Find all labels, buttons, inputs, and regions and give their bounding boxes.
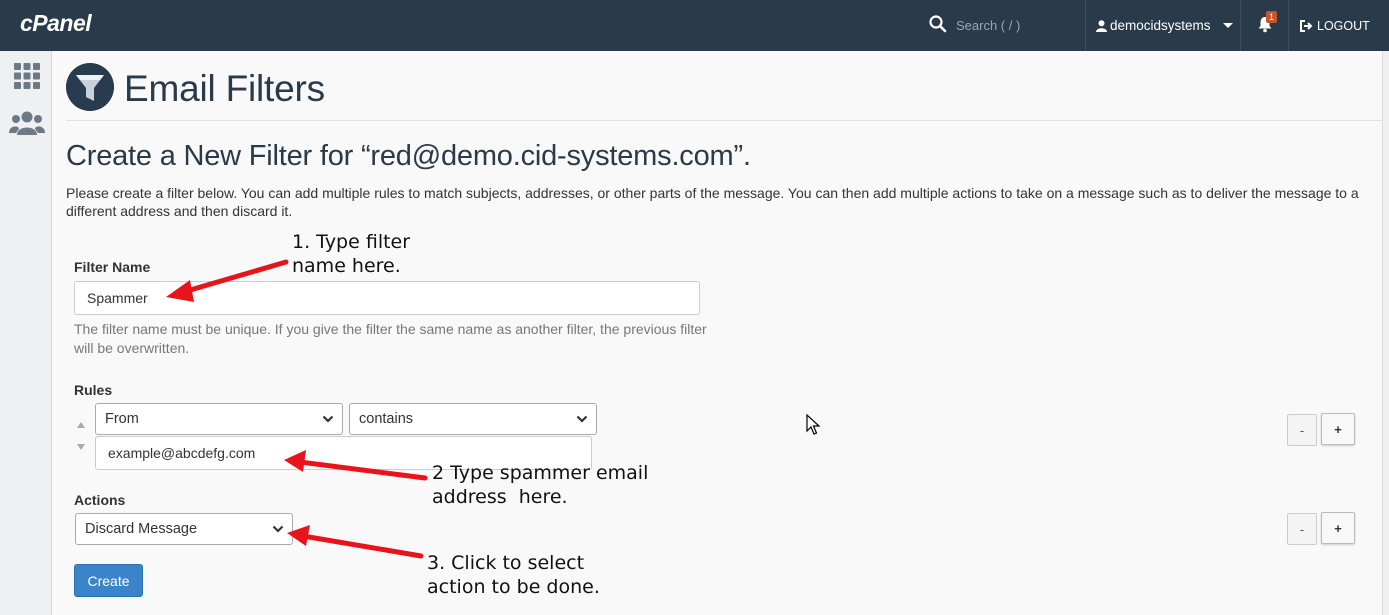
actions-label: Actions [74, 492, 126, 508]
add-action-button[interactable]: + [1321, 512, 1355, 544]
grid-icon[interactable] [11, 60, 43, 92]
top-navbar: cPanel democidsystems 1 LOGOUT [0, 0, 1389, 51]
logout-label: LOGOUT [1317, 18, 1370, 33]
rules-label: Rules [74, 382, 113, 398]
notification-badge: 1 [1266, 11, 1278, 23]
logout-icon [1300, 19, 1313, 32]
search-input[interactable] [950, 14, 1070, 36]
navbar-divider [1240, 0, 1241, 51]
filter-name-help: The filter name must be unique. If you g… [74, 321, 707, 356]
user-icon [1096, 19, 1107, 32]
page-scrollbar[interactable] [1382, 51, 1389, 615]
rule-match-value: contains [359, 411, 414, 427]
remove-action-button[interactable]: - [1287, 513, 1317, 545]
filter-name-input[interactable] [74, 281, 700, 315]
username-label: democidsystems [1110, 18, 1211, 33]
chevron-down-icon [576, 415, 588, 423]
action-select[interactable]: Discard Message [75, 513, 293, 545]
chevron-down-icon [272, 525, 284, 533]
rule-part-value: From [105, 411, 139, 427]
filter-name-label: Filter Name [74, 259, 151, 275]
users-icon[interactable] [9, 107, 45, 139]
action-value: Discard Message [85, 521, 198, 537]
navbar-divider [1288, 0, 1289, 51]
annotation-arrow-3 [300, 533, 424, 559]
filter-icon [66, 63, 114, 111]
cpanel-logo[interactable]: cPanel [20, 10, 92, 37]
form-heading: Create a New Filter for “red@demo.cid-sy… [66, 140, 751, 172]
intro-text: Please create a filter below. You can ad… [66, 185, 1359, 219]
chevron-down-icon [1222, 23, 1233, 28]
header-divider [66, 120, 1382, 121]
mouse-cursor-icon [806, 414, 820, 435]
rule-part-select[interactable]: From [95, 403, 343, 435]
add-rule-button[interactable]: + [1321, 413, 1355, 445]
navbar-divider [1085, 0, 1086, 51]
sidebar [0, 51, 52, 615]
create-button[interactable]: Create [74, 564, 143, 597]
annotation-step3: 3. Click to select action to be done. [427, 552, 600, 598]
page-title: Email Filters [124, 68, 325, 109]
chevron-down-icon [322, 415, 334, 423]
remove-rule-button[interactable]: - [1287, 414, 1317, 446]
user-menu-button[interactable]: democidsystems [1096, 0, 1233, 51]
rule-match-select[interactable]: contains [349, 403, 597, 435]
annotation-step1: 1. Type filter name here. [292, 231, 411, 277]
move-rule-up-icon[interactable] [77, 422, 85, 428]
move-rule-down-icon[interactable] [77, 444, 85, 450]
logout-button[interactable]: LOGOUT [1300, 0, 1370, 51]
annotation-step2: 2 Type spammer email address here. [432, 462, 649, 508]
search-icon[interactable] [928, 14, 948, 34]
